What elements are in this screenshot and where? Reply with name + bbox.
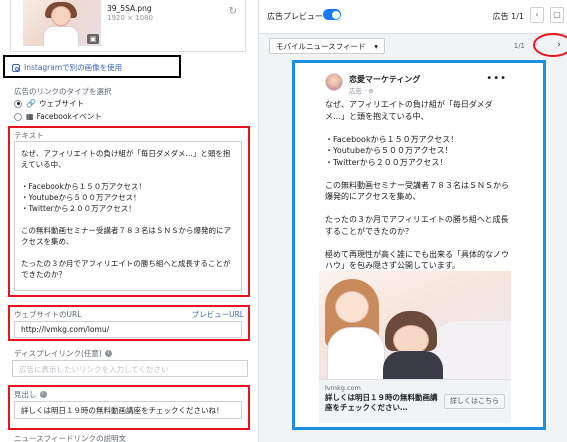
image-asset-card: ▣ 39_5SA.png 1920 × 1080 ↻ — [10, 0, 246, 52]
link-type-title: 広告のリンクのタイプを選択 — [14, 87, 112, 96]
placement-label: モバイルニュースフィード — [276, 41, 366, 51]
url-highlight-box: ウェブサイトのURL プレビューURL http://lvmkg.com/lom… — [8, 305, 250, 341]
thumbnail-body — [43, 26, 79, 46]
refresh-icon[interactable]: ↻ — [229, 6, 237, 17]
chevron-down-icon: ▾ — [374, 41, 378, 51]
thumbnail-face — [51, 6, 71, 26]
expand-icon[interactable]: ▢ — [550, 7, 564, 23]
radio-facebook-event[interactable]: ▦ Facebookイベント — [14, 111, 102, 122]
primary-text-input[interactable]: なぜ、アフィリエイトの負け組が「毎日ダメダメ…」と頭を抱えている中、 ・Face… — [14, 141, 242, 291]
preview-label: 広告プレビュー — [267, 12, 323, 21]
radio-event-label: Facebookイベント — [36, 112, 102, 121]
radio-button-website[interactable] — [14, 99, 22, 108]
cta-button[interactable]: 詳しくはこちら — [444, 394, 505, 409]
more-icon[interactable]: ••• — [486, 73, 507, 84]
image-thumbnail[interactable]: ▣ — [23, 0, 101, 46]
page-name[interactable]: 恋愛マーケティング — [349, 74, 420, 85]
newsfeed-description-label: ニュースフィードリンクの説明文 — [14, 434, 126, 442]
ad-count: 広告 1/1 — [492, 12, 524, 21]
navigation-highlight-oval — [533, 33, 567, 57]
link-headline: 詳しくは明日１９時の無料動画講座をチェックください… — [325, 393, 438, 412]
headline-label-row: 見出し i — [14, 389, 47, 400]
preview-toolbar: 広告プレビュー 広告 1/1 ‹ ▢ — [259, 0, 567, 34]
headline-input[interactable]: 詳しくは明日１９時の無料動画講座をチェックくださいね！ — [14, 401, 242, 419]
link-preview[interactable]: lvmkg.com 詳しくは明日１９時の無料動画講座をチェックください… 詳しく… — [319, 379, 511, 423]
display-link-input[interactable]: 広告に表示したいリンクを入力してください — [12, 360, 248, 377]
link-icon: 🔗 — [26, 99, 36, 108]
display-link-label-row: ディスプレイリンク(任意) i — [14, 348, 112, 359]
ad-preview-panel: 広告プレビュー 広告 1/1 ‹ ▢ モバイルニュースフィード ▾ 1/1 ‹ … — [258, 0, 567, 442]
layers-icon: ▣ — [87, 34, 99, 44]
info-icon[interactable]: i — [104, 350, 112, 357]
instagram-image-button[interactable]: Instagramで別の画像を使用 — [12, 62, 122, 73]
illustration-girl-face — [335, 291, 369, 323]
preview-page-count: 1/1 — [513, 42, 525, 50]
preview-highlight-frame: 恋愛マーケティング 広告 · ⊕ ••• なぜ、アフィリエイトの負け組が「毎日ダ… — [292, 60, 546, 430]
illustration-girl-body — [327, 327, 385, 379]
ad-image[interactable] — [319, 271, 511, 379]
headline-highlight-box: 見出し i 詳しくは明日１９時の無料動画講座をチェックくださいね！ — [8, 385, 250, 430]
instagram-icon — [12, 63, 20, 72]
preview-url-link[interactable]: プレビューURL — [192, 309, 244, 320]
instagram-highlight-box: Instagramで別の画像を使用 — [3, 55, 181, 78]
image-dimensions: 1920 × 1080 — [107, 14, 153, 22]
radio-website-label: ウェブサイト — [38, 99, 84, 108]
radio-website[interactable]: 🔗 ウェブサイト — [14, 98, 84, 109]
info-icon[interactable]: i — [39, 391, 47, 398]
radio-button-event[interactable] — [14, 112, 22, 121]
website-url-input[interactable]: http://lvmkg.com/lomu/ — [14, 321, 242, 338]
event-icon: ▦ — [26, 112, 34, 121]
link-domain: lvmkg.com — [325, 384, 361, 392]
headline-label: 見出し — [14, 390, 37, 399]
ad-editor-panel: ▣ 39_5SA.png 1920 × 1080 ↻ Instagramで別の画… — [0, 0, 254, 442]
page-avatar[interactable] — [325, 73, 343, 91]
ad-post-preview: 恋愛マーケティング 広告 · ⊕ ••• なぜ、アフィリエイトの負け組が「毎日ダ… — [317, 71, 513, 423]
text-field-label: テキスト — [14, 131, 44, 140]
radio-website-label-wrap: 🔗 ウェブサイト — [26, 98, 84, 109]
sponsored-label: 広告 · ⊕ — [349, 85, 374, 95]
sponsored-text: 広告 · — [349, 87, 369, 95]
globe-icon: ⊕ — [368, 87, 374, 95]
chevron-left-icon[interactable]: ‹ — [530, 7, 544, 23]
image-filename: 39_5SA.png — [107, 4, 152, 13]
display-link-label: ディスプレイリンク(任意) — [14, 349, 102, 358]
radio-event-label-wrap: ▦ Facebookイベント — [26, 111, 102, 122]
text-highlight-box: テキスト なぜ、アフィリエイトの負け組が「毎日ダメダメ…」と頭を抱えている中、 … — [8, 126, 250, 297]
placement-dropdown[interactable]: モバイルニュースフィード ▾ — [269, 38, 385, 54]
preview-toggle-switch[interactable] — [323, 9, 341, 20]
instagram-image-label: Instagramで別の画像を使用 — [24, 63, 123, 72]
illustration-boy-body — [383, 351, 443, 379]
website-url-label: ウェブサイトのURL — [14, 310, 82, 319]
post-text: なぜ、アフィリエイトの負け組が「毎日ダメダメ…」と頭を抱えている中、 ・Face… — [325, 100, 509, 270]
